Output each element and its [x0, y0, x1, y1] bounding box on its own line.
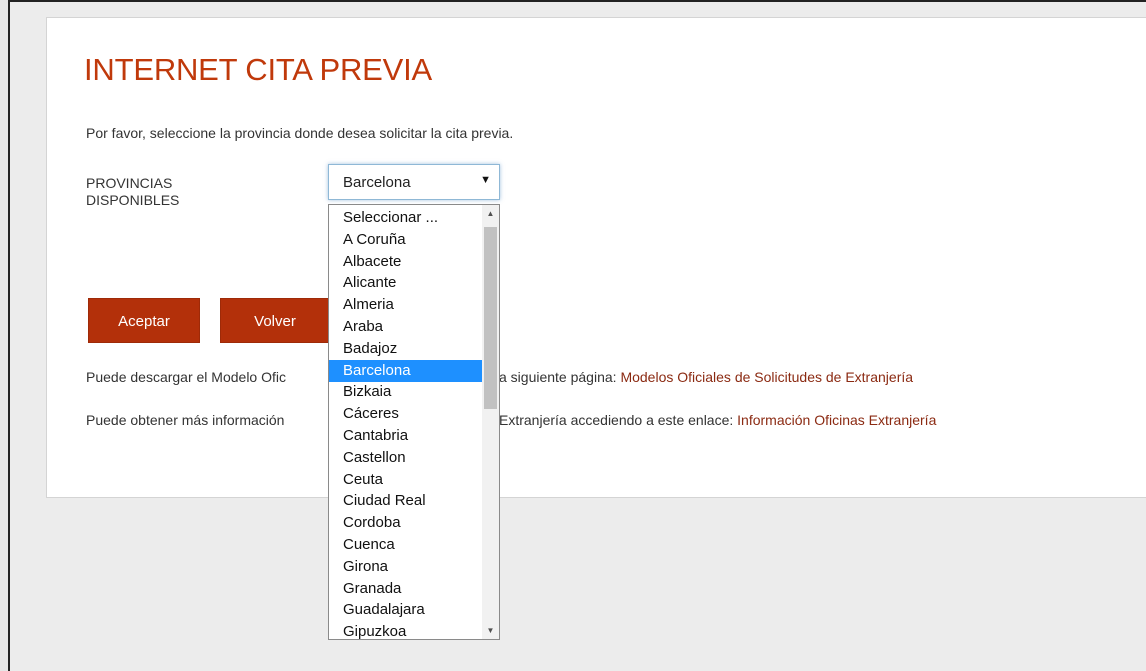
provincias-label-line1: PROVINCIAS [86, 175, 173, 191]
dropdown-option[interactable]: Ciudad Real [329, 490, 482, 512]
dropdown-option[interactable]: Badajoz [329, 338, 482, 360]
dropdown-option[interactable]: Barcelona [329, 359, 482, 382]
accept-button[interactable]: Aceptar [88, 298, 200, 343]
more-info-prefix: Puede obtener más información [86, 412, 285, 428]
dropdown-option[interactable]: Cantabria [329, 425, 482, 447]
dropdown-option[interactable]: Girona [329, 556, 482, 578]
provincias-label: PROVINCIAS DISPONIBLES [86, 175, 246, 209]
dropdown-option[interactable]: Alicante [329, 272, 482, 294]
more-info-text: Extranjería accediendo a este enlace: In… [499, 412, 936, 428]
dropdown-option[interactable]: Seleccionar ... [329, 207, 482, 229]
dropdown-option[interactable]: A Coruña [329, 229, 482, 251]
dropdown-option[interactable]: Castellon [329, 447, 482, 469]
back-button[interactable]: Volver [220, 298, 330, 343]
download-info-prefix: Puede descargar el Modelo Ofic [86, 369, 286, 385]
scroll-down-arrow-icon[interactable]: ▼ [482, 622, 499, 639]
province-select-value: Barcelona [343, 174, 411, 191]
download-info-text: a siguiente página: Modelos Oficiales de… [499, 369, 913, 385]
provincias-label-line2: DISPONIBLES [86, 192, 180, 208]
download-info-middle: a siguiente página: [499, 369, 621, 385]
more-info-middle: Extranjería accediendo a este enlace: [499, 412, 738, 428]
intro-text: Por favor, seleccione la provincia donde… [86, 125, 514, 141]
dropdown-option[interactable]: Cordoba [329, 512, 482, 534]
scrollbar-thumb[interactable] [484, 227, 497, 409]
dropdown-scrollbar[interactable]: ▲ ▼ [482, 205, 499, 639]
page-title: INTERNET CITA PREVIA [84, 52, 432, 87]
dropdown-option[interactable]: Gipuzkoa [329, 621, 482, 643]
dropdown-option[interactable]: Almeria [329, 294, 482, 316]
dropdown-option[interactable]: Cuenca [329, 534, 482, 556]
scroll-up-arrow-icon[interactable]: ▲ [482, 205, 499, 222]
modelos-oficiales-link[interactable]: Modelos Oficiales de Solicitudes de Extr… [620, 369, 913, 385]
dropdown-option[interactable]: Albacete [329, 251, 482, 273]
dropdown-option[interactable]: Granada [329, 578, 482, 600]
dropdown-option[interactable]: Cáceres [329, 403, 482, 425]
chevron-down-icon: ▼ [480, 174, 491, 186]
dropdown-option[interactable]: Bizkaia [329, 381, 482, 403]
dropdown-option[interactable]: Araba [329, 316, 482, 338]
dropdown-option[interactable]: Guadalajara [329, 599, 482, 621]
oficinas-extranjeria-link[interactable]: Información Oficinas Extranjería [737, 412, 936, 428]
province-dropdown-list[interactable]: ▲ ▼ Seleccionar ... A Coruña Albacete Alica… [328, 204, 500, 640]
province-select[interactable]: Barcelona ▼ [328, 164, 500, 200]
dropdown-option[interactable]: Ceuta [329, 469, 482, 491]
